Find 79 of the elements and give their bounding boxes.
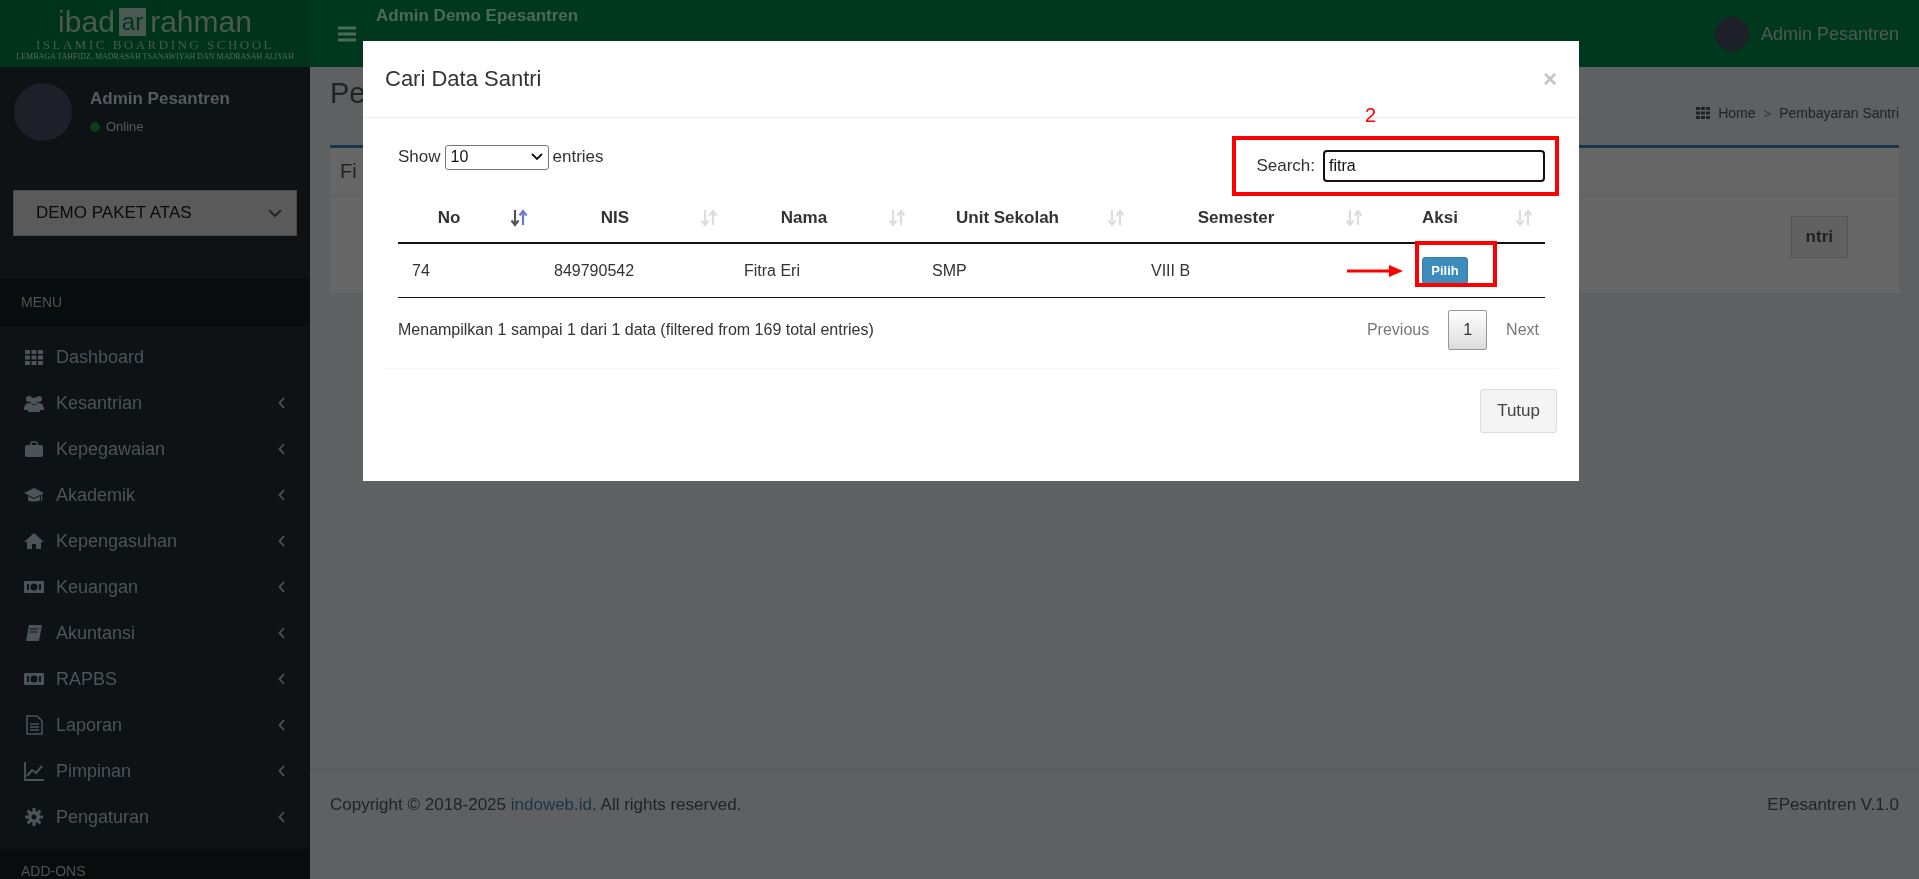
- user-status: Online: [106, 119, 144, 134]
- sidebar-item[interactable]: Keuangan: [0, 564, 310, 610]
- chevron-icon: [278, 581, 286, 593]
- briefcase-icon: [24, 439, 44, 459]
- table-cell: SMP: [932, 261, 967, 280]
- breadcrumb-item[interactable]: Home: [1718, 105, 1756, 121]
- users-icon: [24, 393, 44, 413]
- chevron-icon: [278, 489, 286, 501]
- avatar-icon[interactable]: [1714, 17, 1749, 51]
- sidebar-item[interactable]: Kepengasuhan: [0, 518, 310, 564]
- table-info: Menampilkan 1 sampai 1 dari 1 data (filtered from 169 total entries): [398, 321, 874, 339]
- column-header[interactable]: Aksi: [1385, 208, 1495, 228]
- breadcrumb-separator: >: [1763, 105, 1772, 121]
- close-button[interactable]: ×: [1543, 65, 1557, 93]
- sidebar-item[interactable]: Pengaturan: [0, 794, 310, 840]
- chevron-down-icon[interactable]: [530, 153, 543, 161]
- menu-header: MENU: [0, 278, 310, 326]
- column-header[interactable]: Unit Sekolah: [928, 208, 1087, 228]
- user-name: Admin Pesantren: [90, 89, 230, 109]
- chevron-icon: [278, 535, 286, 547]
- logo-text: ar: [118, 8, 147, 36]
- book-icon: [24, 623, 44, 643]
- home-icon: [24, 531, 44, 551]
- table-cell: Fitra Eri: [744, 261, 800, 280]
- step-number: 2: [1365, 104, 1377, 127]
- menu-icon[interactable]: [338, 26, 356, 42]
- sidebar-item[interactable]: Dashboard: [0, 334, 310, 380]
- status-dot-icon: [90, 121, 100, 132]
- search-label: Search:: [1256, 155, 1315, 176]
- version-text: EPesantren V.1.0: [1767, 795, 1899, 815]
- sidebar-item[interactable]: Kepegawaian: [0, 426, 310, 472]
- length-label: entries: [552, 147, 604, 167]
- column-header[interactable]: NIS: [550, 208, 680, 228]
- copyright-text: Copyright © 2018-2025 indoweb.id. All rights reserved.: [330, 795, 742, 815]
- action-button[interactable]: ntri: [1790, 216, 1848, 258]
- logo-text: ibad: [58, 6, 115, 38]
- page-title: Pe: [330, 77, 366, 111]
- sort-icon[interactable]: [510, 208, 530, 228]
- sidebar-item[interactable]: Kesantrian: [0, 380, 310, 426]
- logo-text: rahman: [150, 6, 252, 38]
- sidebar-item[interactable]: RAPBS: [0, 656, 310, 702]
- pagination-button[interactable]: 1: [1448, 310, 1488, 350]
- chevron-icon: [278, 811, 286, 823]
- unit-select[interactable]: DEMO PAKET ATAS: [13, 190, 297, 236]
- footer-link[interactable]: indoweb.id: [510, 795, 593, 814]
- document-icon: [24, 715, 44, 735]
- chevron-icon: [278, 765, 286, 777]
- column-header[interactable]: Nama: [740, 208, 868, 228]
- sidebar-item[interactable]: Pimpinan: [0, 748, 310, 794]
- modal-title: Cari Data Santri: [385, 66, 542, 92]
- pointer-arrow: [1347, 264, 1403, 278]
- sidebar-item[interactable]: Laporan: [0, 702, 310, 748]
- select-button[interactable]: Pilih: [1422, 257, 1468, 284]
- grid-icon: [24, 347, 44, 367]
- chevron-icon: [278, 397, 286, 409]
- logo-tagline: LEMBAGA TAHFIDZ, MADRASAH TSANAWIYAH DAN MADRASAH ALIYAH: [16, 52, 294, 61]
- breadcrumb-item: Pembayaran Santri: [1779, 105, 1899, 121]
- chevron-icon: [278, 719, 286, 731]
- gear-icon: [24, 807, 44, 827]
- logo-subtitle: ISLAMIC BOARDING SCHOOL: [35, 38, 275, 52]
- sidebar-item[interactable]: Akuntansi: [0, 610, 310, 656]
- line-chart-icon: [24, 761, 44, 781]
- column-header[interactable]: No: [408, 208, 490, 228]
- chevron-icon: [278, 443, 286, 455]
- length-label: Show: [398, 147, 441, 167]
- table-cell: 849790542: [554, 261, 635, 280]
- menu-header: ADD-ONS: [0, 849, 310, 879]
- close-button[interactable]: Tutup: [1480, 389, 1557, 433]
- table-cell: 74: [412, 261, 430, 280]
- table-cell: VIII B: [1151, 261, 1191, 280]
- chevron-icon: [278, 673, 286, 685]
- app-title: Admin Demo Epesantren: [376, 6, 580, 26]
- search-field[interactable]: fitra: [1323, 149, 1545, 182]
- chevron-icon: [278, 627, 286, 639]
- user-name[interactable]: Admin Pesantren: [1760, 23, 1899, 45]
- sidebar-item[interactable]: Akademik: [0, 472, 310, 518]
- column-header[interactable]: Semester: [1147, 208, 1325, 228]
- grid-icon: [1696, 107, 1711, 119]
- entries-select[interactable]: 10: [444, 144, 549, 170]
